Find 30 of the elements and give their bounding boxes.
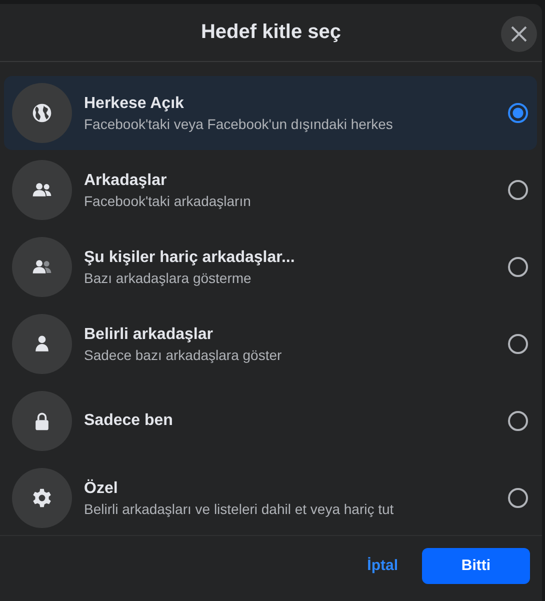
radio-button[interactable] bbox=[508, 334, 528, 354]
audience-option[interactable]: Belirli arkadaşlar Sadece bazı arkadaşlara göster bbox=[4, 307, 537, 382]
audience-option[interactable]: Özel Belirli arkadaşları ve listeleri dahil et veya hariç tut bbox=[4, 461, 537, 536]
option-description: Facebook'taki arkadaşların bbox=[84, 192, 252, 209]
radio-button[interactable] bbox=[508, 488, 528, 508]
option-title: Şu kişiler hariç arkadaşlar... bbox=[84, 248, 296, 267]
radio-button[interactable] bbox=[508, 103, 528, 124]
dialog-title: Hedef kitle seç bbox=[200, 21, 342, 44]
option-title: Arkadaşlar bbox=[84, 172, 168, 190]
option-description: Bazı arkadaşlara gösterme bbox=[84, 270, 252, 286]
done-button[interactable]: Bitti bbox=[422, 548, 530, 584]
option-title: Özel bbox=[84, 480, 119, 498]
option-title: Sadece ben bbox=[84, 412, 174, 430]
option-description: Sadece bazı arkadaşlara göster bbox=[84, 346, 283, 363]
radio-button[interactable] bbox=[508, 180, 528, 200]
audience-option[interactable]: Arkadaşlar Facebook'taki arkadaşların bbox=[4, 153, 537, 228]
option-title: Belirli arkadaşlar bbox=[84, 326, 214, 344]
gear-icon bbox=[31, 487, 53, 510]
option-description: Facebook'taki veya Facebook'un dışındaki herkes bbox=[84, 116, 394, 132]
radio-button[interactable] bbox=[508, 411, 528, 432]
cancel-button[interactable]: İptal bbox=[367, 549, 398, 582]
audience-option[interactable]: Herkese Açık Facebook'taki veya Facebook'un dışındaki herkes bbox=[4, 76, 537, 150]
option-description: Belirli arkadaşları ve listeleri dahil et veya hariç tut bbox=[84, 500, 395, 517]
close-icon bbox=[511, 26, 527, 42]
globe-icon bbox=[31, 102, 53, 124]
audience-option[interactable]: Sadece ben bbox=[4, 384, 537, 458]
audience-option[interactable]: Şu kişiler hariç arkadaşlar... Bazı arkadaşlara gösterme bbox=[4, 230, 537, 304]
radio-button[interactable] bbox=[508, 257, 528, 278]
close-button[interactable] bbox=[501, 16, 537, 52]
option-title: Herkese Açık bbox=[84, 94, 185, 113]
